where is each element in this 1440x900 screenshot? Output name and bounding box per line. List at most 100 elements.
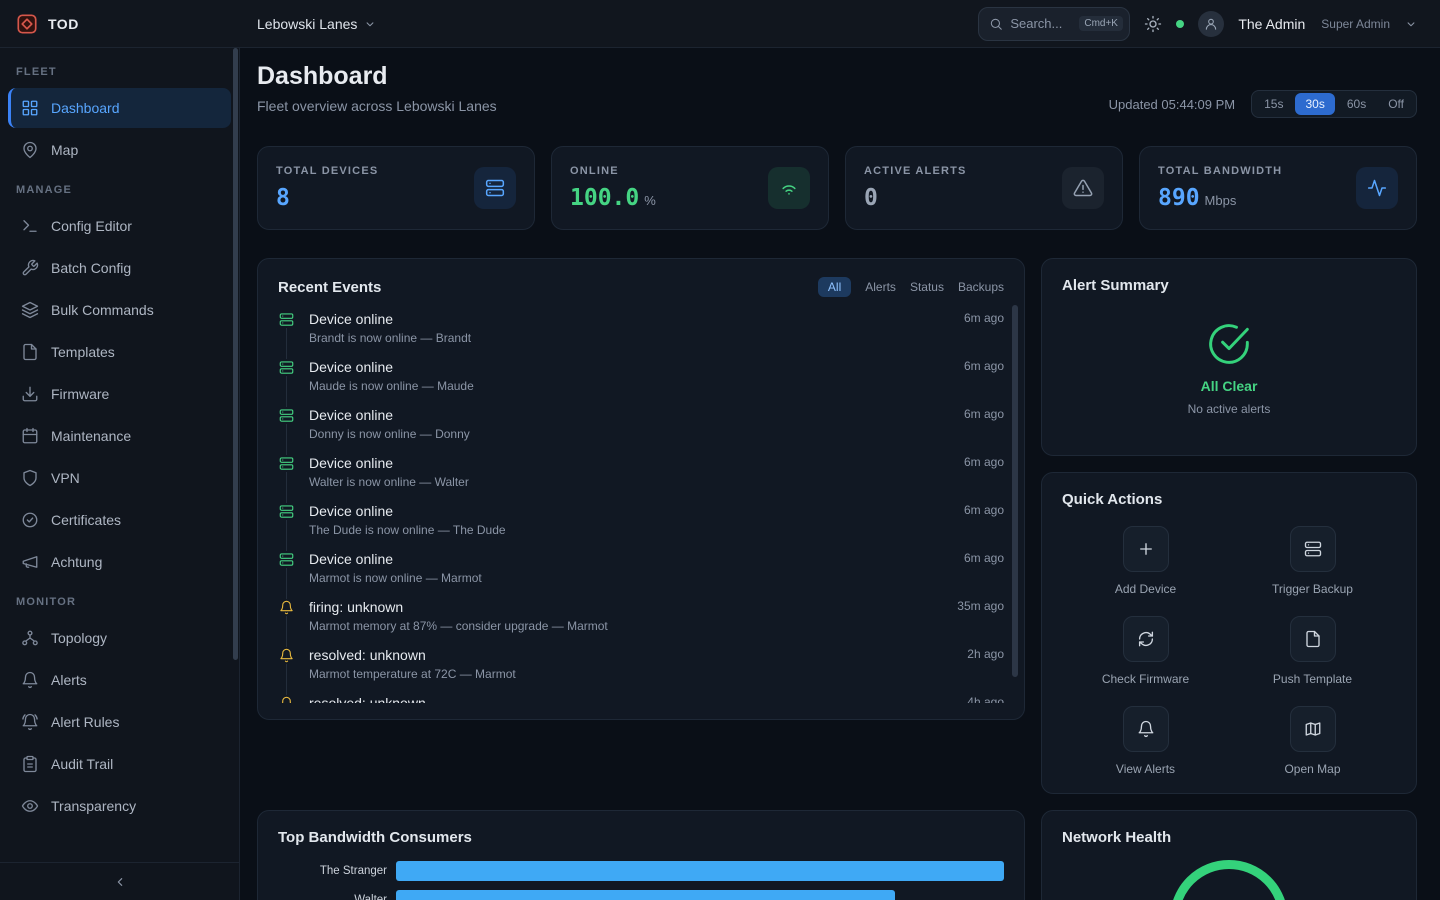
event-row[interactable]: Device onlineMaude is now online — Maude… [278, 359, 1004, 407]
badge-check-icon [21, 511, 39, 529]
quick-action-add-device[interactable]: Add Device [1062, 526, 1229, 596]
refresh-option-15s[interactable]: 15s [1254, 93, 1293, 115]
event-time: 4h ago [967, 695, 1004, 703]
wifi-icon [768, 167, 810, 209]
event-subtitle: The Dude is now online — The Dude [309, 523, 506, 537]
map-icon [1304, 720, 1322, 738]
sidebar-item-label: Audit Trail [51, 756, 113, 772]
event-row[interactable]: resolved: unknownMarmot temperature at 7… [278, 647, 1004, 695]
avatar[interactable] [1198, 11, 1224, 37]
bell-icon [21, 671, 39, 689]
sidebar-item-dashboard[interactable]: Dashboard [8, 88, 231, 128]
sidebar-item-label: Alerts [51, 672, 87, 688]
events-tab-backups[interactable]: Backups [958, 280, 1004, 294]
bandwidth-panel: Top Bandwidth Consumers The Stranger Wal… [257, 810, 1025, 900]
event-row[interactable]: Device onlineBrandt is now online — Bran… [278, 311, 1004, 359]
quick-actions-title: Quick Actions [1062, 491, 1396, 508]
sidebar-collapse-button[interactable] [0, 862, 239, 900]
sidebar-item-map[interactable]: Map [8, 130, 231, 170]
section-title-fleet: FLEET [0, 54, 239, 86]
refresh-option-30s[interactable]: 30s [1295, 93, 1334, 115]
event-time: 6m ago [964, 455, 1004, 469]
sidebar-item-audit-trail[interactable]: Audit Trail [8, 744, 231, 784]
event-row[interactable]: Device online Donny is now online — Donny… [278, 407, 1004, 455]
sidebar-item-achtung[interactable]: Achtung [8, 542, 231, 582]
event-title: Device online [309, 503, 506, 519]
server-icon [278, 359, 295, 376]
event-title: firing: unknown [309, 599, 608, 615]
event-time: 6m ago [964, 551, 1004, 565]
recent-events-title: Recent Events [278, 279, 381, 296]
org-selector[interactable]: Lebowski Lanes [257, 16, 377, 32]
sidebar-item-alert-rules[interactable]: Alert Rules [8, 702, 231, 742]
server-icon [278, 503, 295, 520]
events-tab-status[interactable]: Status [910, 280, 944, 294]
event-row[interactable]: firing: unknownMarmot memory at 87% — co… [278, 599, 1004, 647]
search-input[interactable] [1010, 16, 1072, 31]
sidebar-item-config-editor[interactable]: Config Editor [8, 206, 231, 246]
event-subtitle: Marmot is now online — Marmot [309, 571, 482, 585]
stat-unit: Mbps [1205, 193, 1237, 208]
refresh-option-off[interactable]: Off [1378, 93, 1414, 115]
stat-cards: TOTAL DEVICES 8 ONLINE 100.0% ACTIVE ALE… [257, 146, 1417, 230]
file-icon [1304, 630, 1322, 648]
bell-icon [278, 599, 295, 616]
events-tab-alerts[interactable]: Alerts [865, 280, 896, 294]
sidebar-item-firmware[interactable]: Firmware [8, 374, 231, 414]
events-scrollbar[interactable] [1012, 305, 1018, 677]
event-row[interactable]: Device onlineWalter is now online — Walt… [278, 455, 1004, 503]
stat-card-total-devices: TOTAL DEVICES 8 [257, 146, 535, 230]
search-box[interactable]: Cmd+K [978, 7, 1130, 41]
event-row[interactable]: Device online The Dude is now online — Th… [278, 503, 1004, 551]
network-health-title: Network Health [1062, 829, 1396, 846]
stat-value: 100.0 [570, 185, 639, 211]
bell-ring-icon [21, 713, 39, 731]
events-tab-all[interactable]: All [818, 277, 851, 297]
event-title: Device online [309, 407, 470, 423]
sidebar-item-transparency[interactable]: Transparency [8, 786, 231, 826]
refresh-option-60s[interactable]: 60s [1337, 93, 1376, 115]
page-header: Dashboard Fleet overview across Lebowski… [257, 62, 1417, 118]
bandwidth-bar-row: The Stranger [278, 861, 1004, 881]
event-time: 2h ago [967, 647, 1004, 661]
search-icon [989, 17, 1003, 31]
sidebar-item-label: Achtung [51, 554, 102, 570]
sidebar-item-label: Bulk Commands [51, 302, 154, 318]
bandwidth-chart: The Stranger Walter [278, 861, 1004, 900]
chevron-down-icon [363, 17, 377, 31]
event-row[interactable]: Device onlineMarmot is now online — Marm… [278, 551, 1004, 599]
events-filter-tabs: All Alerts Status Backups [818, 277, 1004, 297]
sidebar-nav: FLEET Dashboard Map MANAGE Config Editor… [0, 48, 239, 862]
quick-action-check-firmware[interactable]: Check Firmware [1062, 616, 1229, 686]
sidebar-item-templates[interactable]: Templates [8, 332, 231, 372]
quick-action-trigger-backup[interactable]: Trigger Backup [1229, 526, 1396, 596]
event-row[interactable]: resolved: unknown 4h ago [278, 695, 1004, 703]
sidebar-scrollbar[interactable] [233, 48, 238, 660]
quick-action-view-alerts[interactable]: View Alerts [1062, 706, 1229, 776]
sidebar-item-alerts[interactable]: Alerts [8, 660, 231, 700]
event-time: 6m ago [964, 407, 1004, 421]
theme-toggle-sun-icon[interactable] [1144, 15, 1162, 33]
sidebar-item-batch-config[interactable]: Batch Config [8, 248, 231, 288]
event-title: resolved: unknown [309, 647, 516, 663]
sidebar-item-maintenance[interactable]: Maintenance [8, 416, 231, 456]
file-icon [21, 343, 39, 361]
stat-value: 0 [864, 185, 878, 211]
map-pin-icon [21, 141, 39, 159]
user-menu-chevron-down-icon[interactable] [1404, 17, 1418, 31]
quick-action-open-map[interactable]: Open Map [1229, 706, 1396, 776]
page-subtitle: Fleet overview across Lebowski Lanes [257, 98, 497, 114]
shield-icon [21, 469, 39, 487]
health-gauge-ring [1170, 860, 1288, 900]
sidebar-item-bulk-commands[interactable]: Bulk Commands [8, 290, 231, 330]
quick-action-push-template[interactable]: Push Template [1229, 616, 1396, 686]
quick-action-label: Open Map [1284, 762, 1340, 776]
server-icon [278, 551, 295, 568]
connection-status-dot [1176, 20, 1184, 28]
download-icon [21, 385, 39, 403]
sidebar-item-topology[interactable]: Topology [8, 618, 231, 658]
event-subtitle: Donny is now online — Donny [309, 427, 470, 441]
sidebar-item-certificates[interactable]: Certificates [8, 500, 231, 540]
sidebar-item-vpn[interactable]: VPN [8, 458, 231, 498]
user-icon [1204, 17, 1218, 31]
